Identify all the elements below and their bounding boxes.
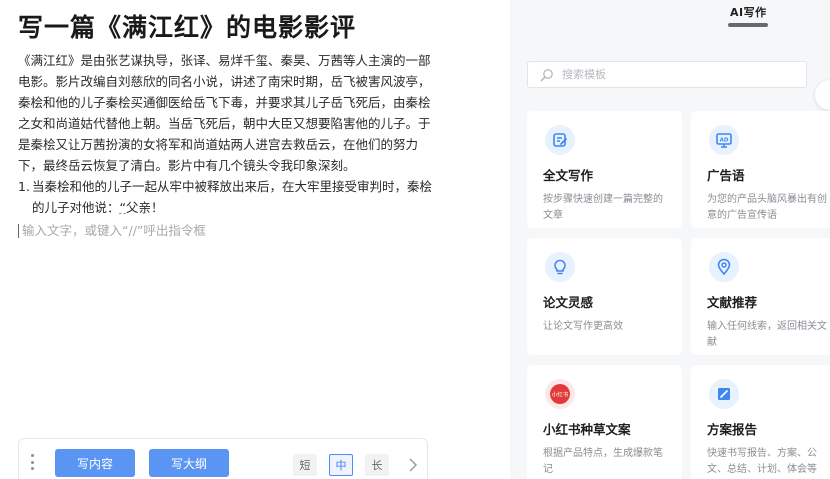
write-content-button[interactable]: 写内容	[55, 449, 135, 477]
list-item-text: 父亲！	[126, 200, 164, 215]
document-body[interactable]: 《满江红》是由张艺谋执导，张译、易烊千玺、秦昊、万茜等人主演的一部 电影。影片改…	[18, 50, 433, 241]
card-description: 按步骤快速创建一篇完整的文章	[543, 194, 663, 221]
ad-monitor-icon: AD	[709, 125, 739, 155]
card-description: 根据产品特点，生成爆款笔记	[543, 448, 663, 475]
length-medium-button[interactable]: 中	[329, 454, 353, 476]
svg-text:AD: AD	[720, 138, 729, 144]
list-item-text: 当秦桧和他的儿子一起从牢中被释放出来后，在大牢里接受审判时，秦桧	[32, 179, 433, 194]
report-icon	[709, 379, 739, 409]
template-card-proposal-report[interactable]: 方案报告 快速书写报告、方案、公文、总结、计划、体会等	[691, 365, 830, 479]
location-pin-icon	[709, 252, 739, 282]
card-description: 让论文写作更高效	[543, 321, 623, 332]
paragraph-line: 之女和尚道姑代替他上朝。当岳飞死后，朝中大臣又想要陷害他的儿子。于	[18, 116, 431, 131]
xiaohongshu-logo-icon: 小红书	[545, 379, 575, 409]
list-item-text: 的儿子对他说：	[32, 200, 120, 215]
paragraph-line: 下，最终岳云恢复了清白。影片中有几个镜头令我印象深刻。	[18, 158, 356, 173]
template-card-full-writing[interactable]: 全文写作 按步骤快速创建一篇完整的文章	[527, 111, 682, 228]
card-title: 全文写作	[543, 168, 594, 183]
active-tab-indicator	[728, 23, 768, 27]
template-card-literature-recommend[interactable]: 文献推荐 输入任何线索，返回相关文献	[691, 238, 830, 355]
card-description: 为您的产品头脑风暴出有创意的广告宣传语	[707, 194, 827, 221]
writing-toolbar: 写内容 写大纲 短 中 长	[18, 438, 428, 479]
card-description: 输入任何线索，返回相关文献	[707, 321, 827, 348]
template-card-ad-slogan[interactable]: AD 广告语 为您的产品头脑风暴出有创意的广告宣传语	[691, 111, 830, 228]
template-card-xiaohongshu-copy[interactable]: 小红书 小红书种草文案 根据产品特点，生成爆款笔记	[527, 365, 682, 479]
list-item-continuation: 的儿子对他说：“父亲！	[18, 197, 433, 218]
search-input[interactable]	[562, 68, 782, 81]
paragraph-line: 是秦桧又让万茜扮演的女将军和尚道姑两人进宫去救岳云，在他们的努力	[18, 137, 419, 152]
panel-side-button[interactable]	[815, 80, 830, 110]
card-title: 文献推荐	[707, 295, 758, 310]
drag-handle-icon[interactable]	[31, 454, 35, 470]
editor-area[interactable]: 写一篇《满江红》的电影影评 《满江红》是由张艺谋执导，张译、易烊千玺、秦昊、万茜…	[0, 0, 500, 479]
length-short-button[interactable]: 短	[293, 454, 317, 476]
card-title: 小红书种草文案	[543, 422, 631, 437]
paragraph-line: 秦桧和他的儿子秦桧买通御医给岳飞下毒，并要求其儿子岳飞死后，由秦桧	[18, 95, 431, 110]
svg-text:小红书: 小红书	[552, 391, 569, 399]
command-input-placeholder: 输入文字，或键入“//”呼出指令框	[22, 223, 206, 238]
paragraph-line: 电影。影片改编自刘慈欣的同名小说，讲述了南宋时期，岳飞被害风波亭，	[18, 74, 431, 89]
template-card-paper-inspiration[interactable]: 论文灵感 让论文写作更高效	[527, 238, 682, 355]
length-long-button[interactable]: 长	[365, 454, 389, 476]
list-item-number: 1.	[18, 179, 30, 194]
command-input[interactable]: 输入文字，或键入“//”呼出指令框	[18, 220, 433, 241]
write-outline-button[interactable]: 写大纲	[149, 449, 229, 477]
edit-doc-icon	[545, 125, 575, 155]
list-item: 1. 当秦桧和他的儿子一起从牢中被释放出来后，在大牢里接受审判时，秦桧	[18, 176, 433, 197]
lightbulb-icon	[545, 252, 575, 282]
card-description: 快速书写报告、方案、公文、总结、计划、体会等	[707, 448, 817, 475]
chevron-right-icon[interactable]	[404, 454, 422, 476]
card-title: 广告语	[707, 168, 745, 183]
paragraph-line: 《满江红》是由张艺谋执导，张译、易烊千玺、秦昊、万茜等人主演的一部	[18, 53, 431, 68]
card-title: 方案报告	[707, 422, 758, 437]
card-title: 论文灵感	[543, 295, 594, 310]
search-icon	[540, 68, 553, 81]
template-search-box[interactable]	[527, 61, 807, 88]
text-caret	[18, 223, 19, 238]
panel-title: AI写作	[730, 6, 767, 19]
document-title[interactable]: 写一篇《满江红》的电影影评	[18, 8, 356, 44]
ai-writing-panel: AI写作 全文写作 按步骤快速创建一篇完整的文章 AD	[510, 0, 830, 479]
